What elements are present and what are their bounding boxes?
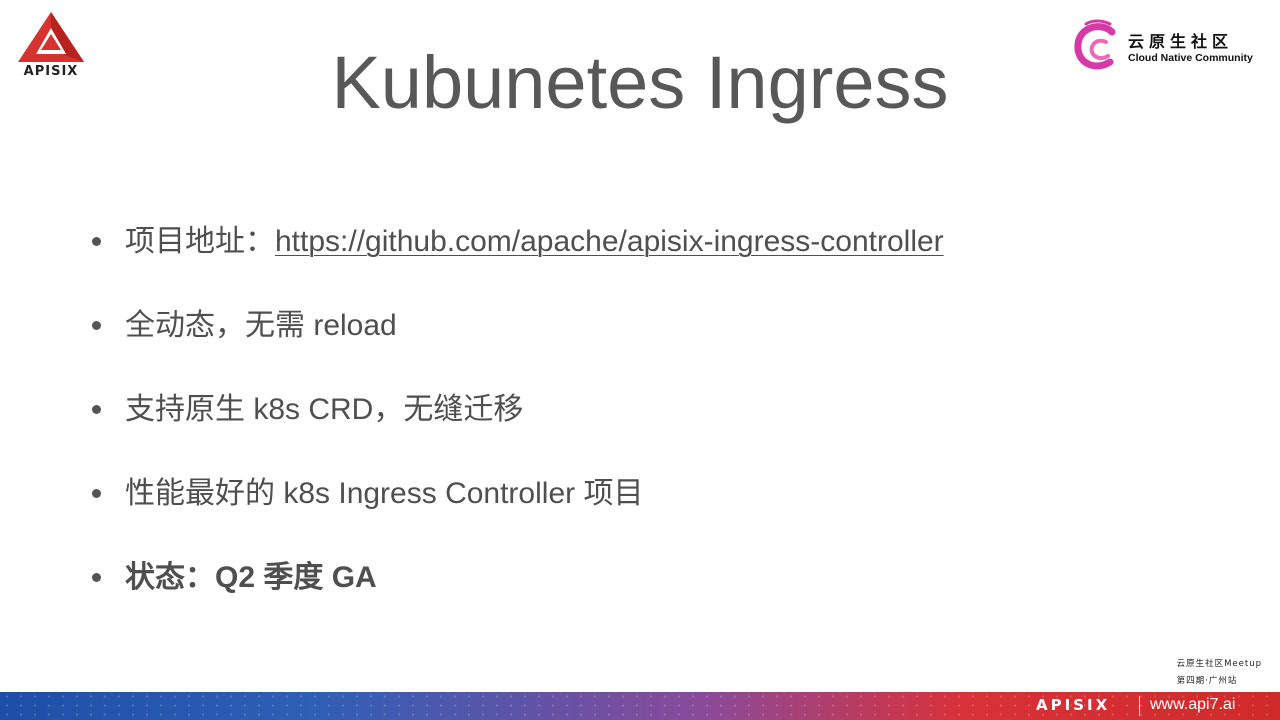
footer-divider bbox=[1139, 696, 1140, 716]
meetup-note: 云原生社区Meetup 第四期·广州站 bbox=[1177, 656, 1262, 690]
github-link[interactable]: https://github.com/apache/apisix-ingress… bbox=[275, 225, 944, 258]
footer-brand: APISIX bbox=[1036, 696, 1111, 714]
footer-band: APISIX www.api7.ai bbox=[0, 692, 1280, 720]
bullet-text: 状态：Q2 季度 GA bbox=[125, 561, 377, 594]
meetup-line-2: 第四期·广州站 bbox=[1176, 676, 1238, 686]
bullet-item-status: 状态：Q2 季度 GA bbox=[92, 552, 944, 636]
bullet-item-dynamic: 全动态，无需 reload bbox=[92, 300, 944, 384]
bullet-dot-icon bbox=[92, 321, 101, 330]
bullet-dot-icon bbox=[92, 573, 101, 582]
bullet-text: 全动态，无需 reload bbox=[125, 309, 397, 342]
bullet-list: 项目地址：https://github.com/apache/apisix-in… bbox=[92, 216, 944, 636]
meetup-line-1: 云原生社区Meetup bbox=[1176, 659, 1262, 669]
bullet-dot-icon bbox=[92, 489, 101, 498]
bullet-item-project-url: 项目地址：https://github.com/apache/apisix-in… bbox=[92, 216, 944, 300]
bullet-label: 项目地址： bbox=[125, 225, 275, 258]
footer-website[interactable]: www.api7.ai bbox=[1150, 696, 1235, 714]
bullet-item-crd: 支持原生 k8s CRD，无缝迁移 bbox=[92, 384, 944, 468]
bullet-item-performance: 性能最好的 k8s Ingress Controller 项目 bbox=[92, 468, 944, 552]
bullet-text: 性能最好的 k8s Ingress Controller 项目 bbox=[125, 477, 644, 510]
bullet-dot-icon bbox=[92, 405, 101, 414]
slide-title: Kubunetes Ingress bbox=[331, 41, 949, 124]
bullet-text: 支持原生 k8s CRD，无缝迁移 bbox=[125, 393, 524, 426]
bullet-dot-icon bbox=[92, 237, 101, 246]
